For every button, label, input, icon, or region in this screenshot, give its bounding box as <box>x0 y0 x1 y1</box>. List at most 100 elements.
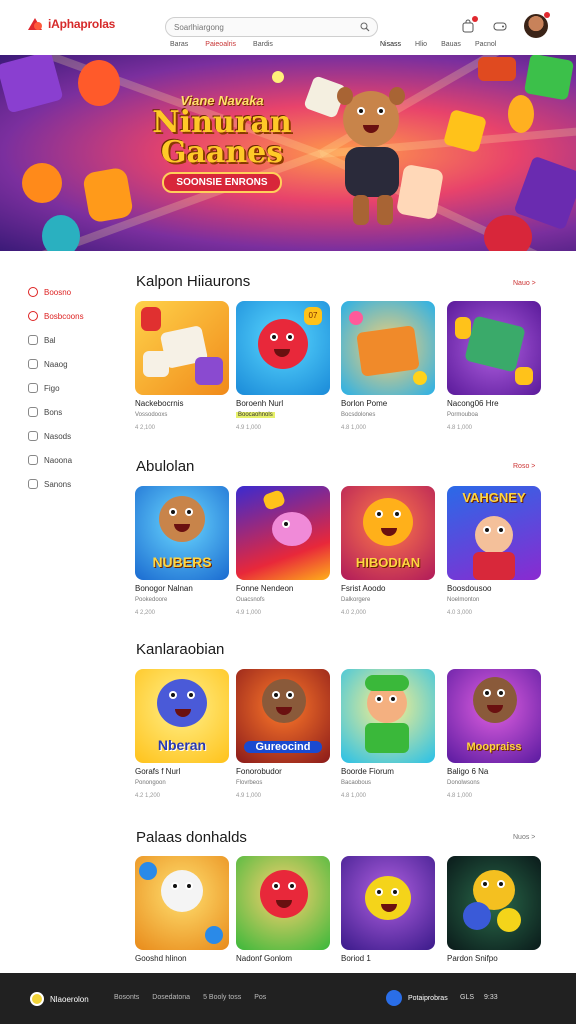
app-download-button[interactable]: Potaiprobras <box>386 990 448 1006</box>
game-card[interactable]: HIBODIAN Fsrist Aoodo Dalkorgere 4.0 2,0… <box>341 486 435 616</box>
sidebar-item[interactable]: Bons <box>28 400 123 424</box>
game-thumbnail: VAHGNEY <box>447 486 541 580</box>
game-thumbnail: Nberan <box>135 669 229 763</box>
sidebar-item[interactable]: Naaog <box>28 352 123 376</box>
footer-links: Bosonts Dosedatona 5 Booly toss Pos <box>114 994 266 1001</box>
game-card[interactable]: Borlon Pome Bocsdolones 4.8 1,000 <box>341 301 435 431</box>
game-thumbnail: Moopraiss <box>447 669 541 763</box>
footer-logo[interactable]: Nlaoerolon <box>30 992 89 1006</box>
top-header: iAphaprolas Baras Paieoalris Bardis Nisa… <box>0 0 576 55</box>
game-card[interactable]: Gooshd hlinon <box>135 856 229 963</box>
bear-mascot <box>325 87 415 241</box>
game-thumbnail <box>341 301 435 395</box>
game-logo-text: Moopraiss <box>466 741 522 753</box>
see-all-link[interactable]: Nuos > <box>513 834 535 841</box>
game-name: Baligo 6 Na <box>447 767 489 776</box>
search-bar[interactable] <box>165 17 378 37</box>
subnav-item[interactable]: Pacnol <box>475 41 496 48</box>
game-name: Boroenh Nurl <box>236 399 284 408</box>
game-thumbnail <box>135 301 229 395</box>
game-card[interactable]: Boorde Fiorum Bacaobous 4.8 1,000 <box>341 669 435 799</box>
game-logo-text: VAHGNEY <box>462 490 526 505</box>
subnav-item-active[interactable]: Paieoalris <box>205 41 236 48</box>
category-icon <box>28 407 38 417</box>
game-thumbnail <box>236 856 330 950</box>
sidebar-item[interactable]: Nasods <box>28 424 123 448</box>
sidebar-item-label: Figo <box>44 383 60 393</box>
language-selector[interactable]: GLS <box>460 994 474 1001</box>
search-input[interactable] <box>174 21 354 34</box>
game-card[interactable]: Boriod 1 <box>341 856 435 963</box>
brand-logo[interactable]: iAphaprolas <box>28 16 115 32</box>
game-card[interactable]: Fonne Nendeon Ouacsnofs 4.9 1,000 <box>236 486 330 616</box>
game-logo-text: NUBERS <box>152 554 212 570</box>
subnav-item[interactable]: Nisass <box>380 41 401 48</box>
see-all-link[interactable]: Roso > <box>513 463 535 470</box>
game-genre: Donolwsons <box>447 780 480 786</box>
banner-title: Ninuran <box>152 105 292 140</box>
subnav-item[interactable]: Baras <box>170 41 188 48</box>
hero-banner[interactable]: Viane Navaka Ninuran Gaanes SOONSIE ENRO… <box>0 55 576 251</box>
see-all-link[interactable]: Nauo > <box>513 280 536 287</box>
brand-name: iAphaprolas <box>48 17 116 31</box>
game-card[interactable]: Nackebocrnis Vossodooxs 4 2,100 <box>135 301 229 431</box>
game-rating: 4 2,100 <box>135 425 156 431</box>
sidebar-item-active[interactable]: Boosno <box>28 280 123 304</box>
footer-link[interactable]: Pos <box>254 994 266 1001</box>
block-icon <box>523 55 575 101</box>
category-icon <box>28 383 38 393</box>
subnav-left: Baras Paieoalris Bardis <box>170 41 273 48</box>
game-card[interactable]: VAHGNEY Boosdousoo Noelmonton 4.0 3,000 <box>447 486 541 616</box>
game-genre: Dalkorgere <box>341 597 371 603</box>
section-title: Palaas donhalds <box>136 829 247 846</box>
sidebar-item[interactable]: Naoona <box>28 448 123 472</box>
game-rating: 4 2,200 <box>135 610 156 616</box>
subnav-item[interactable]: Bauas <box>441 41 461 48</box>
orb-icon <box>22 163 62 203</box>
category-sidebar: Boosno Bosbcoons Bal Naaog Figo Bons Nas… <box>28 280 123 496</box>
game-card[interactable]: Nadonf Gonlom <box>236 856 330 963</box>
footer-time: 9:33 <box>484 994 498 1001</box>
game-card[interactable]: Moopraiss Baligo 6 Na Donolwsons 4.8 1,0… <box>447 669 541 799</box>
footer-link[interactable]: 5 Booly toss <box>203 994 241 1001</box>
sidebar-item[interactable]: Figo <box>28 376 123 400</box>
game-genre: Pookedoore <box>135 597 168 603</box>
sidebar-item[interactable]: Bosbcoons <box>28 304 123 328</box>
sidebar-item[interactable]: Bal <box>28 328 123 352</box>
subnav-item[interactable]: Bardis <box>253 41 273 48</box>
dice-icon <box>0 55 64 114</box>
footer-bar: Nlaoerolon Bosonts Dosedatona 5 Booly to… <box>0 973 576 1024</box>
search-icon[interactable] <box>360 22 370 32</box>
game-card[interactable]: Nacong06 Hre Pormouboa 4.8 1,000 <box>447 301 541 431</box>
sidebar-item-label: Bal <box>44 335 56 345</box>
sidebar-item-label: Nasods <box>44 431 72 441</box>
footer-status: GLS 9:33 <box>460 994 498 1001</box>
game-genre: Bocsdolones <box>341 412 376 418</box>
block-icon <box>478 57 516 81</box>
footer-link[interactable]: Dosedatona <box>152 994 190 1001</box>
game-genre: Pormouboa <box>447 412 479 418</box>
controller-icon[interactable] <box>492 18 508 34</box>
game-genre: Bacaobous <box>341 780 372 786</box>
subnav-item[interactable]: Hlio <box>415 41 427 48</box>
sparkle-icon <box>272 71 284 83</box>
avatar[interactable] <box>524 12 550 38</box>
game-card[interactable]: Nberan Gorafs f Nurl Ponongoon 4.2 1,200 <box>135 669 229 799</box>
game-name: Nacong06 Hre <box>447 399 499 408</box>
category-icon <box>28 311 38 321</box>
game-name: Borlon Pome <box>341 399 388 408</box>
footer-link[interactable]: Bosonts <box>114 994 139 1001</box>
game-card[interactable]: 07 Boroenh Nurl Boocaohnols 4.9 1,000 <box>236 301 330 431</box>
sidebar-item[interactable]: Sanons <box>28 472 123 496</box>
game-thumbnail <box>236 486 330 580</box>
game-card[interactable]: Pardon Snifpo <box>447 856 541 963</box>
category-icon <box>28 431 38 441</box>
bag-icon[interactable] <box>460 16 478 34</box>
game-thumbnail: HIBODIAN <box>341 486 435 580</box>
banner-cta[interactable]: SOONSIE ENRONS <box>162 172 282 193</box>
game-card[interactable]: Gureocind Fonorobudor Flovrbeos 4.9 1,00… <box>236 669 330 799</box>
game-thumbnail <box>341 856 435 950</box>
game-rating: 4.8 1,000 <box>447 425 473 431</box>
game-card[interactable]: NUBERS Bonogor Nalnan Pookedoore 4 2,200 <box>135 486 229 616</box>
game-name: Boriod 1 <box>341 954 371 963</box>
